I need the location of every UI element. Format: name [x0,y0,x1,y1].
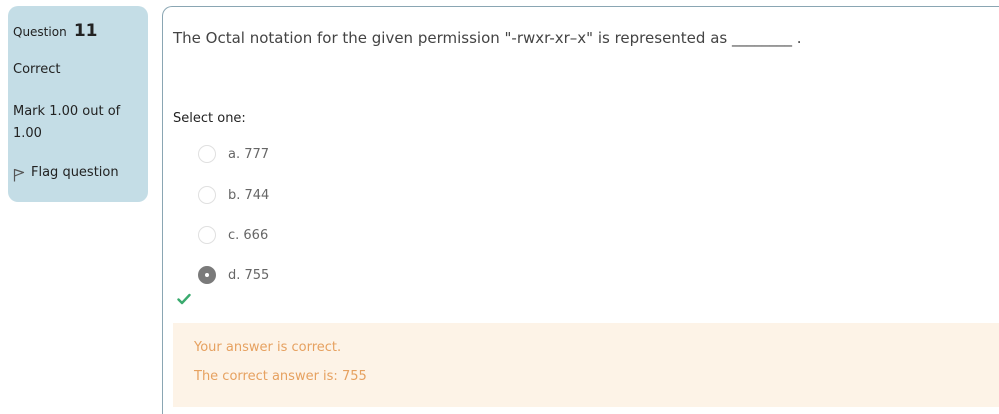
feedback-box: Your answer is correct. The correct answ… [173,323,999,407]
option-a-label: a. 777 [228,146,270,162]
flag-question-label: Flag question [31,165,119,180]
option-d-label: d. 755 [228,267,270,283]
option-d[interactable]: d. 755 [198,265,269,285]
option-b[interactable]: b. 744 [198,185,269,205]
option-b-label: b. 744 [228,187,270,203]
question-number-row: Question 11 [13,20,143,42]
flag-question-link[interactable]: Flag question [13,164,143,182]
question-label: Question [13,25,67,39]
option-c-label: c. 666 [228,227,269,243]
correct-check-icon [177,293,191,305]
feedback-correct-answer: The correct answer is: 755 [194,369,367,384]
select-one-prompt: Select one: [173,111,246,126]
option-d-radio[interactable] [198,266,216,284]
quiz-page: Question 11 Correct Mark 1.00 out of 1.0… [0,0,999,414]
question-content: The Octal notation for the given permiss… [162,6,999,414]
flag-icon [13,168,25,182]
question-info-panel: Question 11 Correct Mark 1.00 out of 1.0… [8,6,148,202]
option-a-radio[interactable] [198,145,216,163]
option-a[interactable]: a. 777 [198,144,269,164]
option-c[interactable]: c. 666 [198,225,268,245]
question-grade: Mark 1.00 out of 1.00 [13,104,121,141]
question-state: Correct [13,62,61,77]
option-c-radio[interactable] [198,226,216,244]
feedback-result: Your answer is correct. [194,340,342,355]
question-text: The Octal notation for the given permiss… [173,29,802,47]
question-number: 11 [73,21,98,41]
option-b-radio[interactable] [198,186,216,204]
